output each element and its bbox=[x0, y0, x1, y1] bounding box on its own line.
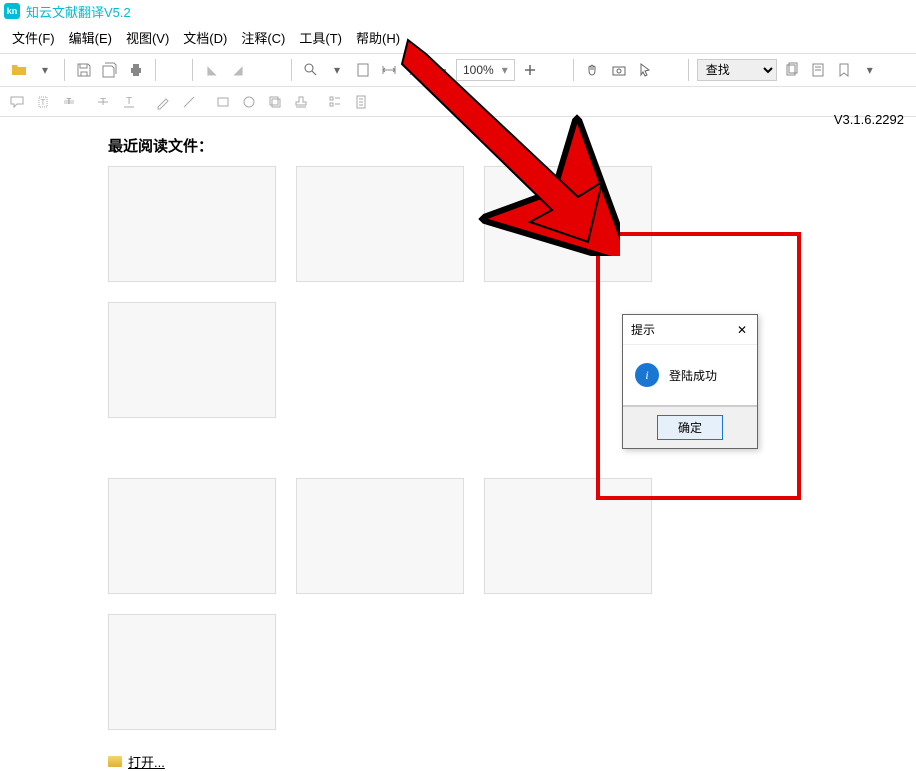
separator bbox=[573, 59, 574, 81]
zoom-in-icon[interactable] bbox=[519, 59, 541, 81]
print-icon[interactable] bbox=[125, 59, 147, 81]
content-area: 最近阅读文件： 打开... bbox=[0, 117, 916, 771]
ok-button[interactable]: 确定 bbox=[657, 415, 723, 440]
hand-icon[interactable] bbox=[582, 59, 604, 81]
title-bar: kn 知云文献翻译V5.2 bbox=[0, 0, 916, 22]
dropdown-icon[interactable]: ▾ bbox=[326, 59, 348, 81]
menu-help[interactable]: 帮助(H) bbox=[352, 26, 404, 49]
info-icon: i bbox=[635, 363, 659, 387]
recent-file-card[interactable] bbox=[108, 302, 276, 418]
menu-tools[interactable]: 工具(T) bbox=[295, 26, 346, 49]
menu-edit[interactable]: 编辑(E) bbox=[65, 26, 116, 49]
recent-file-card[interactable] bbox=[296, 478, 464, 594]
zoom-level[interactable]: 100% ▾ bbox=[456, 59, 515, 81]
separator bbox=[291, 59, 292, 81]
app-icon: kn bbox=[4, 3, 20, 19]
rect-icon[interactable] bbox=[214, 93, 232, 111]
dialog-title-text: 提示 bbox=[631, 321, 655, 338]
dialog-titlebar: 提示 ✕ bbox=[623, 315, 757, 345]
underline-icon[interactable]: T bbox=[120, 93, 138, 111]
text-select-icon[interactable]: T bbox=[34, 93, 52, 111]
toolbar-main: ▾ ◣ ◢ ▾ 100% ▾ bbox=[0, 53, 916, 87]
separator bbox=[64, 59, 65, 81]
dropdown-icon[interactable]: ▾ bbox=[34, 59, 56, 81]
recent-file-card[interactable] bbox=[484, 166, 652, 282]
separator bbox=[155, 59, 156, 81]
circle-icon[interactable] bbox=[240, 93, 258, 111]
login-success-dialog: 提示 ✕ i 登陆成功 确定 bbox=[622, 314, 758, 449]
fit-width-icon[interactable] bbox=[378, 59, 400, 81]
menu-bar: 文件(F) 编辑(E) 视图(V) 文档(D) 注释(C) 工具(T) 帮助(H… bbox=[0, 22, 916, 53]
recent-file-card[interactable] bbox=[296, 166, 464, 282]
polygon-icon[interactable] bbox=[266, 93, 284, 111]
save-all-icon[interactable] bbox=[99, 59, 121, 81]
page-icon[interactable] bbox=[352, 93, 370, 111]
separator bbox=[192, 59, 193, 81]
open-folder-icon[interactable] bbox=[8, 59, 30, 81]
open-file-link[interactable]: 打开... bbox=[108, 752, 808, 771]
dialog-message: 登陆成功 bbox=[669, 367, 717, 384]
dialog-body: i 登陆成功 bbox=[623, 345, 757, 405]
comment-icon[interactable] bbox=[8, 93, 26, 111]
strikethrough-icon[interactable]: T bbox=[94, 93, 112, 111]
save-icon[interactable] bbox=[73, 59, 95, 81]
recent-file-card[interactable] bbox=[108, 614, 276, 730]
rotate-right-icon[interactable]: ◢ bbox=[227, 59, 249, 81]
menu-document[interactable]: 文档(D) bbox=[179, 26, 231, 49]
recent-files-label: 最近阅读文件： bbox=[108, 135, 808, 156]
copy-icon[interactable] bbox=[781, 59, 803, 81]
search-select[interactable]: 查找 bbox=[697, 59, 777, 81]
list-icon[interactable] bbox=[326, 93, 344, 111]
zoom-search-icon[interactable] bbox=[300, 59, 322, 81]
folder-icon bbox=[108, 756, 122, 767]
dropdown-icon[interactable]: ▾ bbox=[859, 59, 881, 81]
version-label: V3.1.6.2292 bbox=[834, 112, 904, 127]
zoom-out-icon[interactable] bbox=[430, 59, 452, 81]
recent-file-card[interactable] bbox=[108, 166, 276, 282]
open-file-label: 打开... bbox=[128, 752, 165, 771]
app-title: 知云文献翻译V5.2 bbox=[26, 2, 131, 21]
recent-file-card[interactable] bbox=[484, 478, 652, 594]
menu-view[interactable]: 视图(V) bbox=[122, 26, 173, 49]
fit-page-icon[interactable] bbox=[352, 59, 374, 81]
zoom-value: 100% bbox=[463, 63, 494, 77]
stamp-icon[interactable] bbox=[292, 93, 310, 111]
svg-text:T: T bbox=[41, 98, 46, 107]
note-icon[interactable] bbox=[807, 59, 829, 81]
line-icon[interactable] bbox=[180, 93, 198, 111]
cursor-icon[interactable] bbox=[634, 59, 656, 81]
menu-comment[interactable]: 注释(C) bbox=[237, 26, 289, 49]
dialog-footer: 确定 bbox=[623, 405, 757, 448]
close-icon[interactable]: ✕ bbox=[735, 323, 749, 337]
toolbar-annotate: T T T T bbox=[0, 87, 916, 117]
separator bbox=[688, 59, 689, 81]
svg-text:T: T bbox=[126, 96, 132, 107]
pencil-icon[interactable] bbox=[154, 93, 172, 111]
highlight-icon[interactable]: T bbox=[60, 93, 78, 111]
rotate-left-icon[interactable]: ◣ bbox=[201, 59, 223, 81]
recent-files-grid-2 bbox=[108, 478, 808, 730]
fit-actual-icon[interactable] bbox=[404, 59, 426, 81]
camera-icon[interactable] bbox=[608, 59, 630, 81]
menu-file[interactable]: 文件(F) bbox=[8, 26, 59, 49]
bookmark-icon[interactable] bbox=[833, 59, 855, 81]
svg-text:T: T bbox=[67, 97, 72, 106]
recent-file-card[interactable] bbox=[108, 478, 276, 594]
